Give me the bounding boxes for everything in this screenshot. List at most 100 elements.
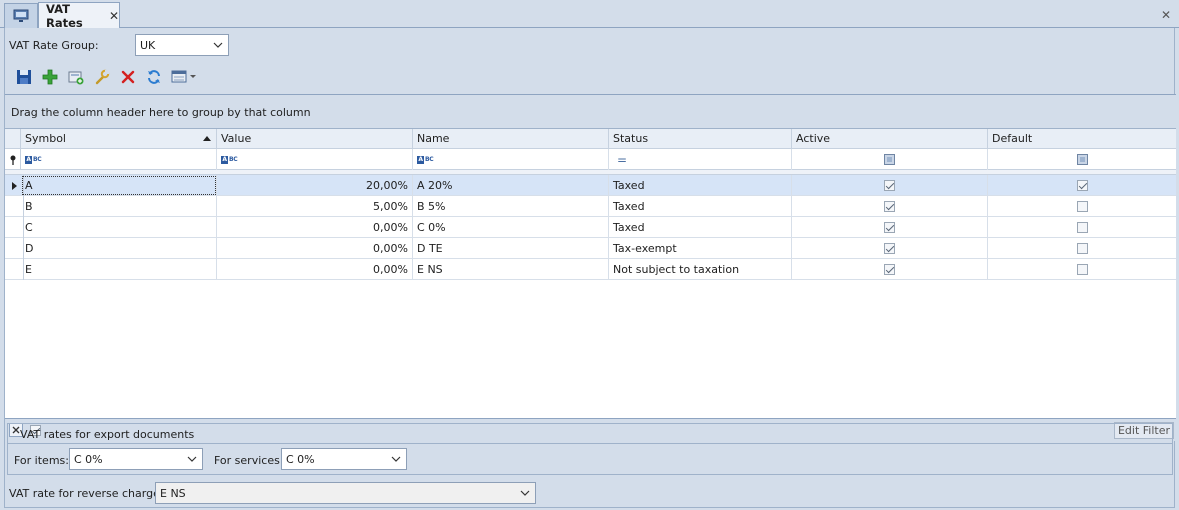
reverse-charge-select[interactable]: E NS: [155, 482, 536, 504]
cell-active: [792, 259, 988, 280]
items-rate-value: C 0%: [74, 452, 103, 466]
cell-name[interactable]: B 5%: [413, 196, 609, 217]
cell-symbol[interactable]: B: [21, 196, 217, 217]
cell-symbol[interactable]: E: [21, 259, 217, 280]
cell-active: [792, 238, 988, 259]
cell-active: [792, 217, 988, 238]
text-filter-icon: A BC: [417, 155, 434, 164]
cell-status[interactable]: Not subject to taxation: [609, 259, 792, 280]
cell-symbol[interactable]: C: [21, 217, 217, 238]
cell-default: [988, 217, 1176, 238]
monitor-icon: [13, 9, 29, 22]
text-filter-icon: A BC: [221, 155, 238, 164]
items-label: For items:: [14, 454, 69, 467]
add-from-list-icon: [68, 71, 84, 85]
cell-symbol[interactable]: A: [21, 175, 217, 196]
export-rates-group: VAT rates for export documents For items…: [7, 423, 1173, 475]
cell-symbol[interactable]: D: [21, 238, 217, 259]
column-header-symbol[interactable]: Symbol: [21, 129, 217, 149]
cell-active: [792, 196, 988, 217]
default-checkbox[interactable]: [1076, 201, 1088, 212]
filter-active[interactable]: [792, 149, 988, 170]
equals-filter-icon: =: [617, 152, 628, 167]
cell-value[interactable]: 0,00%: [217, 259, 413, 280]
filter-checkbox[interactable]: [1076, 154, 1088, 165]
active-checkbox[interactable]: [884, 201, 895, 212]
cell-name[interactable]: C 0%: [413, 217, 609, 238]
default-checkbox[interactable]: [1076, 264, 1088, 275]
table-row[interactable]: C 0,00% C 0% Taxed: [5, 217, 1176, 238]
column-header-default[interactable]: Default: [988, 129, 1176, 149]
table-row[interactable]: B 5,00% B 5% Taxed: [5, 196, 1176, 217]
tab-vat-rates[interactable]: VAT Rates ✕: [38, 2, 120, 30]
column-header-active[interactable]: Active: [792, 129, 988, 149]
cell-default: [988, 196, 1176, 217]
cell-status[interactable]: Taxed: [609, 175, 792, 196]
table-row[interactable]: D 0,00% D TE Tax-exempt: [5, 238, 1176, 259]
filter-default[interactable]: [988, 149, 1176, 170]
group-panel-text: Drag the column header here to group by …: [11, 106, 311, 119]
add-button[interactable]: [37, 66, 63, 88]
cell-name[interactable]: A 20%: [413, 175, 609, 196]
delete-button[interactable]: [115, 66, 141, 88]
filter-checkbox[interactable]: [884, 154, 895, 165]
window-close-icon[interactable]: ✕: [1161, 8, 1171, 22]
grid-options-icon: [171, 70, 196, 83]
chevron-down-icon: [211, 38, 225, 52]
tab-home[interactable]: [4, 3, 38, 28]
chevron-down-icon: [389, 452, 403, 466]
active-checkbox[interactable]: [884, 264, 895, 275]
filter-name[interactable]: A BC: [413, 149, 609, 170]
column-header-value[interactable]: Value: [217, 129, 413, 149]
cell-value[interactable]: 5,00%: [217, 196, 413, 217]
close-icon[interactable]: ✕: [109, 9, 119, 23]
cell-status[interactable]: Taxed: [609, 196, 792, 217]
active-checkbox[interactable]: [884, 243, 895, 254]
reverse-charge-label: VAT rate for reverse charge:: [9, 487, 164, 500]
cell-name[interactable]: D TE: [413, 238, 609, 259]
filter-status[interactable]: =: [609, 149, 792, 170]
reverse-charge-value: E NS: [160, 486, 186, 500]
cell-value[interactable]: 20,00%: [217, 175, 413, 196]
group-by-panel[interactable]: Drag the column header here to group by …: [5, 95, 1176, 129]
cell-value[interactable]: 0,00%: [217, 217, 413, 238]
cell-default: [988, 238, 1176, 259]
active-checkbox[interactable]: [884, 180, 895, 191]
default-checkbox[interactable]: [1076, 243, 1088, 254]
active-checkbox[interactable]: [884, 222, 895, 233]
rate-group-select[interactable]: UK: [135, 34, 229, 56]
cell-status[interactable]: Tax-exempt: [609, 238, 792, 259]
cell-value[interactable]: 0,00%: [217, 238, 413, 259]
table-row[interactable]: E 0,00% E NS Not subject to taxation: [5, 259, 1176, 280]
column-header-name[interactable]: Name: [413, 129, 609, 149]
edit-button[interactable]: [89, 66, 115, 88]
table-row[interactable]: A 20,00% A 20% Taxed: [5, 175, 1176, 196]
refresh-button[interactable]: [141, 66, 167, 88]
header-indicator: [5, 129, 21, 149]
refresh-icon: [148, 70, 160, 84]
cell-status[interactable]: Taxed: [609, 217, 792, 238]
column-header-status[interactable]: Status: [609, 129, 792, 149]
services-rate-select[interactable]: C 0%: [281, 448, 407, 470]
rate-group-label: VAT Rate Group:: [9, 39, 99, 52]
save-button[interactable]: [11, 66, 37, 88]
filter-value[interactable]: A BC: [217, 149, 413, 170]
cell-name[interactable]: E NS: [413, 259, 609, 280]
items-rate-select[interactable]: C 0%: [69, 448, 203, 470]
default-checkbox[interactable]: [1076, 180, 1088, 191]
default-checkbox[interactable]: [1076, 222, 1088, 233]
filter-symbol[interactable]: A BC: [21, 149, 217, 170]
tab-strip: VAT Rates ✕ ✕: [0, 0, 1179, 30]
grid-options-button[interactable]: [167, 66, 203, 88]
filter-row: A BC A BC A BC =: [5, 149, 1176, 170]
column-header-symbol-label: Symbol: [25, 132, 66, 145]
current-row-icon: [11, 181, 17, 190]
add-icon: [42, 69, 58, 85]
add-from-list-button[interactable]: [63, 66, 89, 88]
group-divider: [8, 443, 1172, 444]
wrench-icon: [95, 69, 110, 85]
main-pane: VAT Rate Group: UK Drag the column heade…: [4, 28, 1176, 508]
toolbar: [11, 66, 203, 88]
filter-pin[interactable]: [5, 149, 21, 170]
chevron-down-icon: [185, 452, 199, 466]
